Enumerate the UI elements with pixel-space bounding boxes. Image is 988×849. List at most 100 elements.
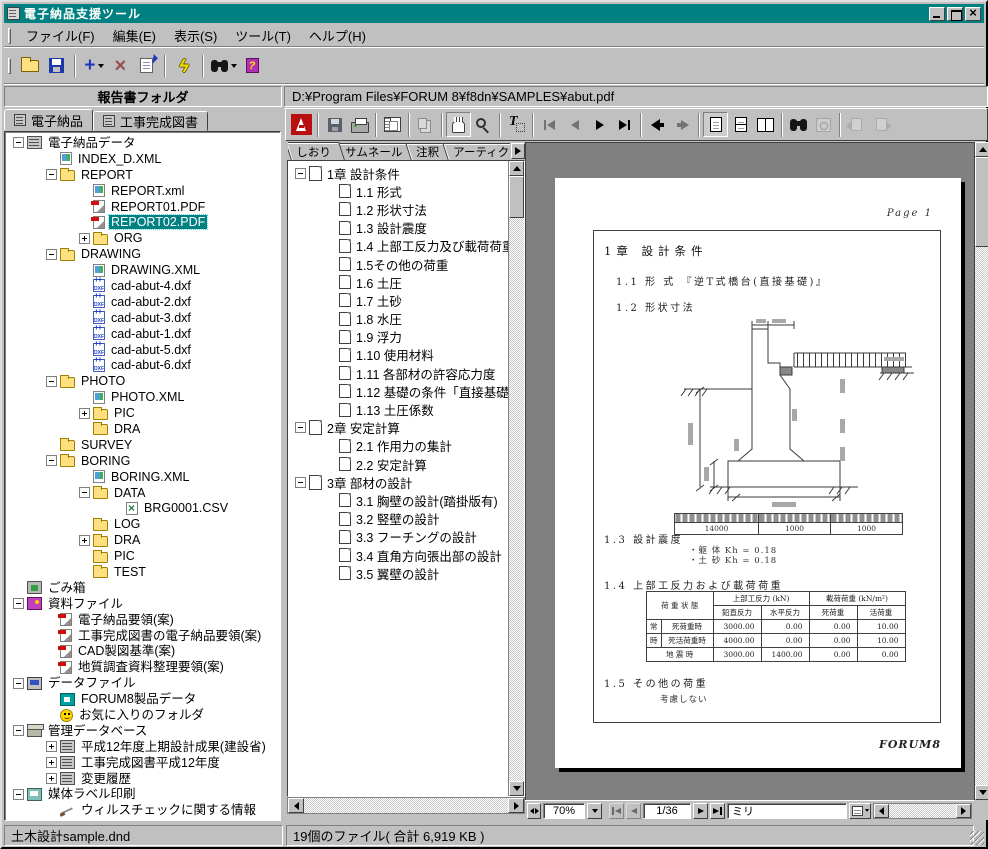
tree-item[interactable]: DRAWING	[9, 246, 280, 262]
tree-item[interactable]: DATA	[9, 485, 280, 501]
collapse-toggle-icon[interactable]	[13, 137, 24, 148]
tree-item-label[interactable]: LOG	[112, 517, 142, 531]
tree-item[interactable]: CAD製図基準(案)	[9, 644, 280, 660]
tree-item-label[interactable]: REPORT	[79, 168, 135, 182]
tree-item[interactable]: 電子納品データ	[9, 135, 280, 151]
expand-toggle-icon[interactable]	[79, 535, 90, 546]
last-page-button[interactable]	[612, 112, 637, 137]
bookmark-label[interactable]: 1.1 形式	[356, 182, 402, 201]
tab-サムネール[interactable]: サムネール	[334, 143, 416, 160]
tree-item-label[interactable]: ORG	[112, 231, 144, 245]
menu-item[interactable]: ツール(T)	[226, 24, 300, 47]
tree-item[interactable]: cad-abut-5.dxf	[9, 342, 280, 358]
properties-button[interactable]	[133, 53, 159, 79]
scroll-track[interactable]	[889, 804, 956, 818]
tab-電子納品[interactable]: 電子納品	[4, 109, 93, 131]
zoom-dropdown-button[interactable]	[587, 803, 602, 819]
page-vscrollbar[interactable]	[974, 142, 988, 800]
expand-toggle-icon[interactable]	[79, 233, 90, 244]
bookmark-label[interactable]: 1.6 土圧	[356, 273, 402, 292]
tree-item[interactable]: FORUM8製品データ	[9, 691, 280, 707]
bookmark-item[interactable]: 1章 設計条件	[293, 164, 508, 182]
bookmark-label[interactable]: 1.2 形状寸法	[356, 200, 427, 219]
menu-item[interactable]: ヘルプ(H)	[300, 24, 375, 47]
bookmark-item[interactable]: 3.4 直角方向張出部の設計	[293, 546, 508, 564]
tree-item-label[interactable]: PIC	[112, 406, 137, 420]
tree-item-label[interactable]: BRG0001.CSV	[142, 501, 230, 515]
tree-item[interactable]: cad-abut-6.dxf	[9, 357, 280, 373]
tree-item-label[interactable]: PIC	[112, 549, 137, 563]
bookmark-item[interactable]: 3.5 翼壁の設計	[293, 564, 508, 582]
tree-item[interactable]: cad-abut-4.dxf	[9, 278, 280, 294]
scroll-up-button[interactable]	[975, 142, 988, 157]
tree-item-label[interactable]: ごみ箱	[46, 581, 88, 595]
tree-item-label[interactable]: cad-abut-1.dxf	[109, 327, 193, 341]
tree-item-label[interactable]: お気に入りのフォルダ	[77, 708, 206, 722]
bookmark-item[interactable]: 3.2 竪壁の設計	[293, 510, 508, 528]
scroll-right-button[interactable]	[508, 798, 524, 813]
next-page-button[interactable]	[693, 803, 708, 819]
tree-item[interactable]: お気に入りのフォルダ	[9, 707, 280, 723]
tree-item[interactable]: LOG	[9, 516, 280, 532]
tree-item-label[interactable]: 資料ファイル	[46, 597, 125, 611]
tree-item-label[interactable]: FORUM8製品データ	[79, 692, 198, 706]
scroll-left-button[interactable]	[874, 804, 889, 818]
tree-item[interactable]: cad-abut-1.dxf	[9, 326, 280, 342]
first-page-button[interactable]	[609, 803, 624, 819]
bookmark-label[interactable]: 2.2 安定計算	[356, 455, 427, 474]
dropdown-arrow-icon[interactable]	[98, 64, 104, 68]
tree-item-label[interactable]: 電子納品要領(案)	[76, 613, 176, 627]
tree-item-label[interactable]: ウィルスチェックに関する情報	[79, 803, 258, 817]
bookmark-label[interactable]: 1.4 上部工反力及び載荷荷重	[356, 236, 508, 255]
bookmark-item[interactable]: 3.3 フーチングの設計	[293, 528, 508, 546]
print-button[interactable]	[347, 112, 372, 137]
tree-item[interactable]: ORG	[9, 230, 280, 246]
zoom-level-field[interactable]: 70%	[543, 803, 585, 819]
tree-item[interactable]: REPORT02.PDF	[9, 214, 280, 230]
tree-item-label[interactable]: DRA	[112, 533, 142, 547]
tree-item-label[interactable]: cad-abut-5.dxf	[109, 343, 193, 357]
tree-item-label[interactable]: REPORT.xml	[109, 184, 186, 198]
open-folder-button[interactable]	[17, 53, 43, 79]
collapse-toggle-icon[interactable]	[46, 169, 57, 180]
tree-item-label[interactable]: INDEX_D.XML	[76, 152, 163, 166]
bookmark-item[interactable]: 1.4 上部工反力及び載荷荷重	[293, 237, 508, 255]
toolbar-grip[interactable]	[8, 58, 11, 74]
tree-item-label[interactable]: CAD製図基準(案)	[76, 644, 177, 658]
adobe-logo-button[interactable]	[289, 112, 314, 137]
tree-item[interactable]: PHOTO	[9, 373, 280, 389]
tree-item[interactable]: DRAWING.XML	[9, 262, 280, 278]
last-page-button[interactable]	[710, 803, 725, 819]
tree-item[interactable]: 平成12年度上期設計成果(建設省)	[9, 739, 280, 755]
collapse-toggle-icon[interactable]	[46, 376, 57, 387]
collapse-toggle-icon[interactable]	[46, 249, 57, 260]
tree-item[interactable]: BORING.XML	[9, 469, 280, 485]
scroll-track[interactable]	[509, 218, 524, 781]
tree-item-label[interactable]: データファイル	[46, 676, 138, 690]
scroll-track[interactable]	[975, 247, 988, 785]
tree-item[interactable]: BRG0001.CSV	[9, 500, 280, 516]
tree-item[interactable]: ごみ箱	[9, 580, 280, 596]
collapse-toggle-icon[interactable]	[13, 598, 24, 609]
bookmark-item[interactable]: 3章 部材の設計	[293, 473, 508, 491]
bookmark-label[interactable]: 1.10 使用材料	[356, 345, 434, 364]
tree-item[interactable]: 媒体ラベル印刷	[9, 787, 280, 803]
bookmark-label[interactable]: 2章 安定計算	[327, 418, 400, 437]
tree-item-label[interactable]: REPORT01.PDF	[109, 200, 207, 214]
scroll-up-button[interactable]	[509, 161, 524, 176]
bookmark-label[interactable]: 3.1 胸壁の設計(踏掛版有)	[356, 491, 498, 510]
tree-item[interactable]: REPORT01.PDF	[9, 199, 280, 215]
collapse-toggle-icon[interactable]	[46, 455, 57, 466]
prev-highlight-button[interactable]	[844, 112, 869, 137]
resize-grip[interactable]	[970, 831, 984, 845]
single-page-button[interactable]	[703, 112, 728, 137]
scroll-track[interactable]	[304, 798, 508, 813]
bookmark-item[interactable]: 1.5その他の荷重	[293, 255, 508, 273]
collapse-toggle-icon[interactable]	[13, 678, 24, 689]
tree-item[interactable]: 工事完成図書平成12年度	[9, 755, 280, 771]
tree-item-label[interactable]: 媒体ラベル印刷	[46, 787, 138, 801]
minimize-button[interactable]	[929, 7, 945, 21]
help-button[interactable]	[239, 53, 265, 79]
title-bar[interactable]: 電子納品支援ツール	[4, 4, 984, 23]
tree-item-label[interactable]: BORING.XML	[109, 470, 192, 484]
